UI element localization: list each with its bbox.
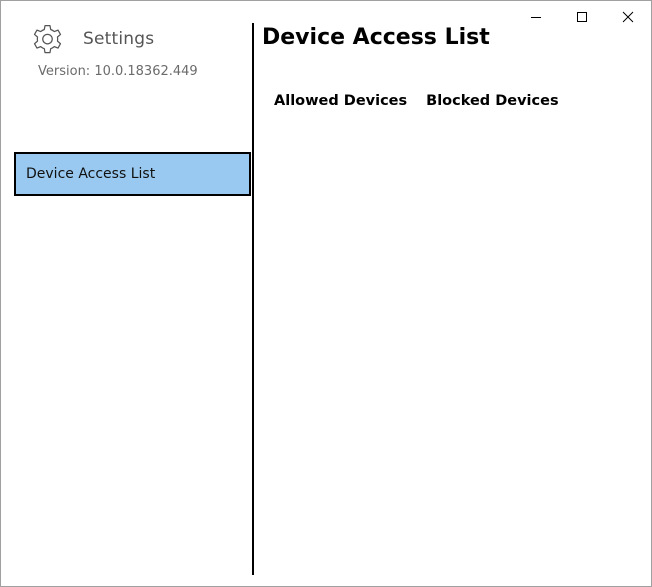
close-icon [622,11,634,23]
maximize-icon [577,12,587,22]
maximize-button[interactable] [559,1,605,33]
app-window: Settings Version: 10.0.18362.449 Device … [0,0,652,587]
window-caption-buttons [513,1,651,33]
app-title: Settings [83,29,155,49]
minimize-icon [531,17,541,18]
page-title: Device Access List [262,25,490,50]
tab-allowed-devices[interactable]: Allowed Devices [274,93,407,109]
close-button[interactable] [605,1,651,33]
sidebar: Settings Version: 10.0.18362.449 Device … [1,1,252,586]
tab-blocked-devices[interactable]: Blocked Devices [426,93,558,109]
gear-icon [33,24,62,53]
sidebar-item-device-access-list[interactable]: Device Access List [14,152,251,196]
tab-content [263,123,643,573]
version-label: Version: 10.0.18362.449 [38,64,198,79]
app-header: Settings [31,21,154,57]
sidebar-divider [252,23,254,575]
minimize-button[interactable] [513,1,559,33]
sidebar-item-label: Device Access List [26,166,156,182]
tab-bar: Allowed Devices Blocked Devices [274,93,559,109]
